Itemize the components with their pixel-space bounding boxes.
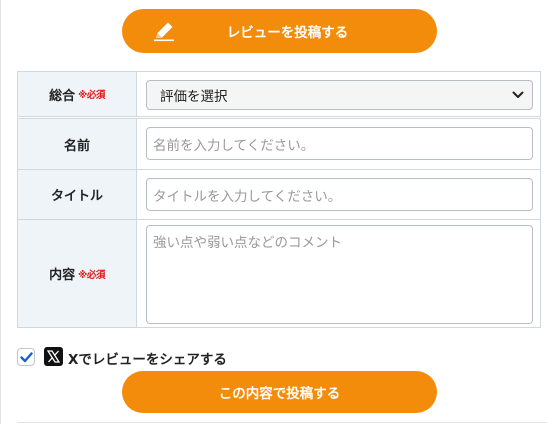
content-required-badge: ※必須 bbox=[78, 269, 105, 281]
left-border-line bbox=[0, 0, 1, 424]
title-placeholder: タイトルを入力してください。 bbox=[153, 188, 342, 205]
rating-table: 総合 ※必須 評価を選択 bbox=[17, 71, 541, 117]
write-review-label: レビューを投稿する bbox=[226, 25, 349, 41]
content-placeholder: 強い点や弱い点などのコメント bbox=[153, 235, 342, 251]
title-value-cell: タイトルを入力してください。 bbox=[138, 170, 540, 219]
chevron-down-icon bbox=[512, 91, 524, 98]
rating-row: 総合 ※必須 評価を選択 bbox=[18, 72, 540, 116]
write-review-button[interactable]: レビューを投稿する bbox=[122, 9, 437, 53]
rating-select-value: 評価を選択 bbox=[160, 89, 228, 105]
rating-select[interactable]: 評価を選択 bbox=[146, 80, 533, 110]
checkmark-icon bbox=[20, 352, 33, 363]
share-label: Xでレビューをシェアする bbox=[68, 352, 227, 368]
submit-label: この内容で投稿する bbox=[218, 386, 341, 402]
name-value-cell: 名前を入力してください。 bbox=[138, 119, 540, 169]
title-label: タイトル bbox=[50, 189, 103, 204]
content-row: 内容 ※必須 強い点や弱い点などのコメント bbox=[18, 220, 540, 327]
rating-required-badge: ※必須 bbox=[78, 90, 105, 101]
title-input[interactable]: タイトルを入力してください。 bbox=[146, 178, 533, 211]
content-header-cell: 内容 ※必須 bbox=[18, 220, 137, 327]
submit-review-button[interactable]: この内容で投稿する bbox=[122, 371, 437, 413]
rating-value-cell: 評価を選択 bbox=[138, 72, 540, 116]
pencil-icon bbox=[154, 22, 174, 42]
details-table: 名前 名前を入力してください。 タイトル タイトルを入力してください。 内容 ※… bbox=[17, 118, 541, 328]
x-logo-icon bbox=[44, 347, 63, 366]
share-option: Xでレビューをシェアする bbox=[17, 346, 317, 368]
rating-label: 総合 bbox=[49, 88, 76, 104]
content-label: 内容 bbox=[49, 268, 76, 283]
content-value-cell: 強い点や弱い点などのコメント bbox=[138, 220, 540, 327]
content-textarea[interactable]: 強い点や弱い点などのコメント bbox=[146, 225, 533, 324]
name-placeholder: 名前を入力してください。 bbox=[153, 137, 315, 154]
bottom-border-line bbox=[17, 422, 547, 423]
rating-header-cell: 総合 ※必須 bbox=[18, 72, 137, 116]
name-row: 名前 名前を入力してください。 bbox=[18, 119, 540, 169]
share-checkbox[interactable] bbox=[17, 348, 35, 366]
title-header-cell: タイトル bbox=[18, 170, 137, 219]
name-label: 名前 bbox=[63, 138, 90, 154]
name-header-cell: 名前 bbox=[18, 119, 137, 169]
name-input[interactable]: 名前を入力してください。 bbox=[146, 127, 533, 160]
title-row: タイトル タイトルを入力してください。 bbox=[18, 170, 540, 219]
